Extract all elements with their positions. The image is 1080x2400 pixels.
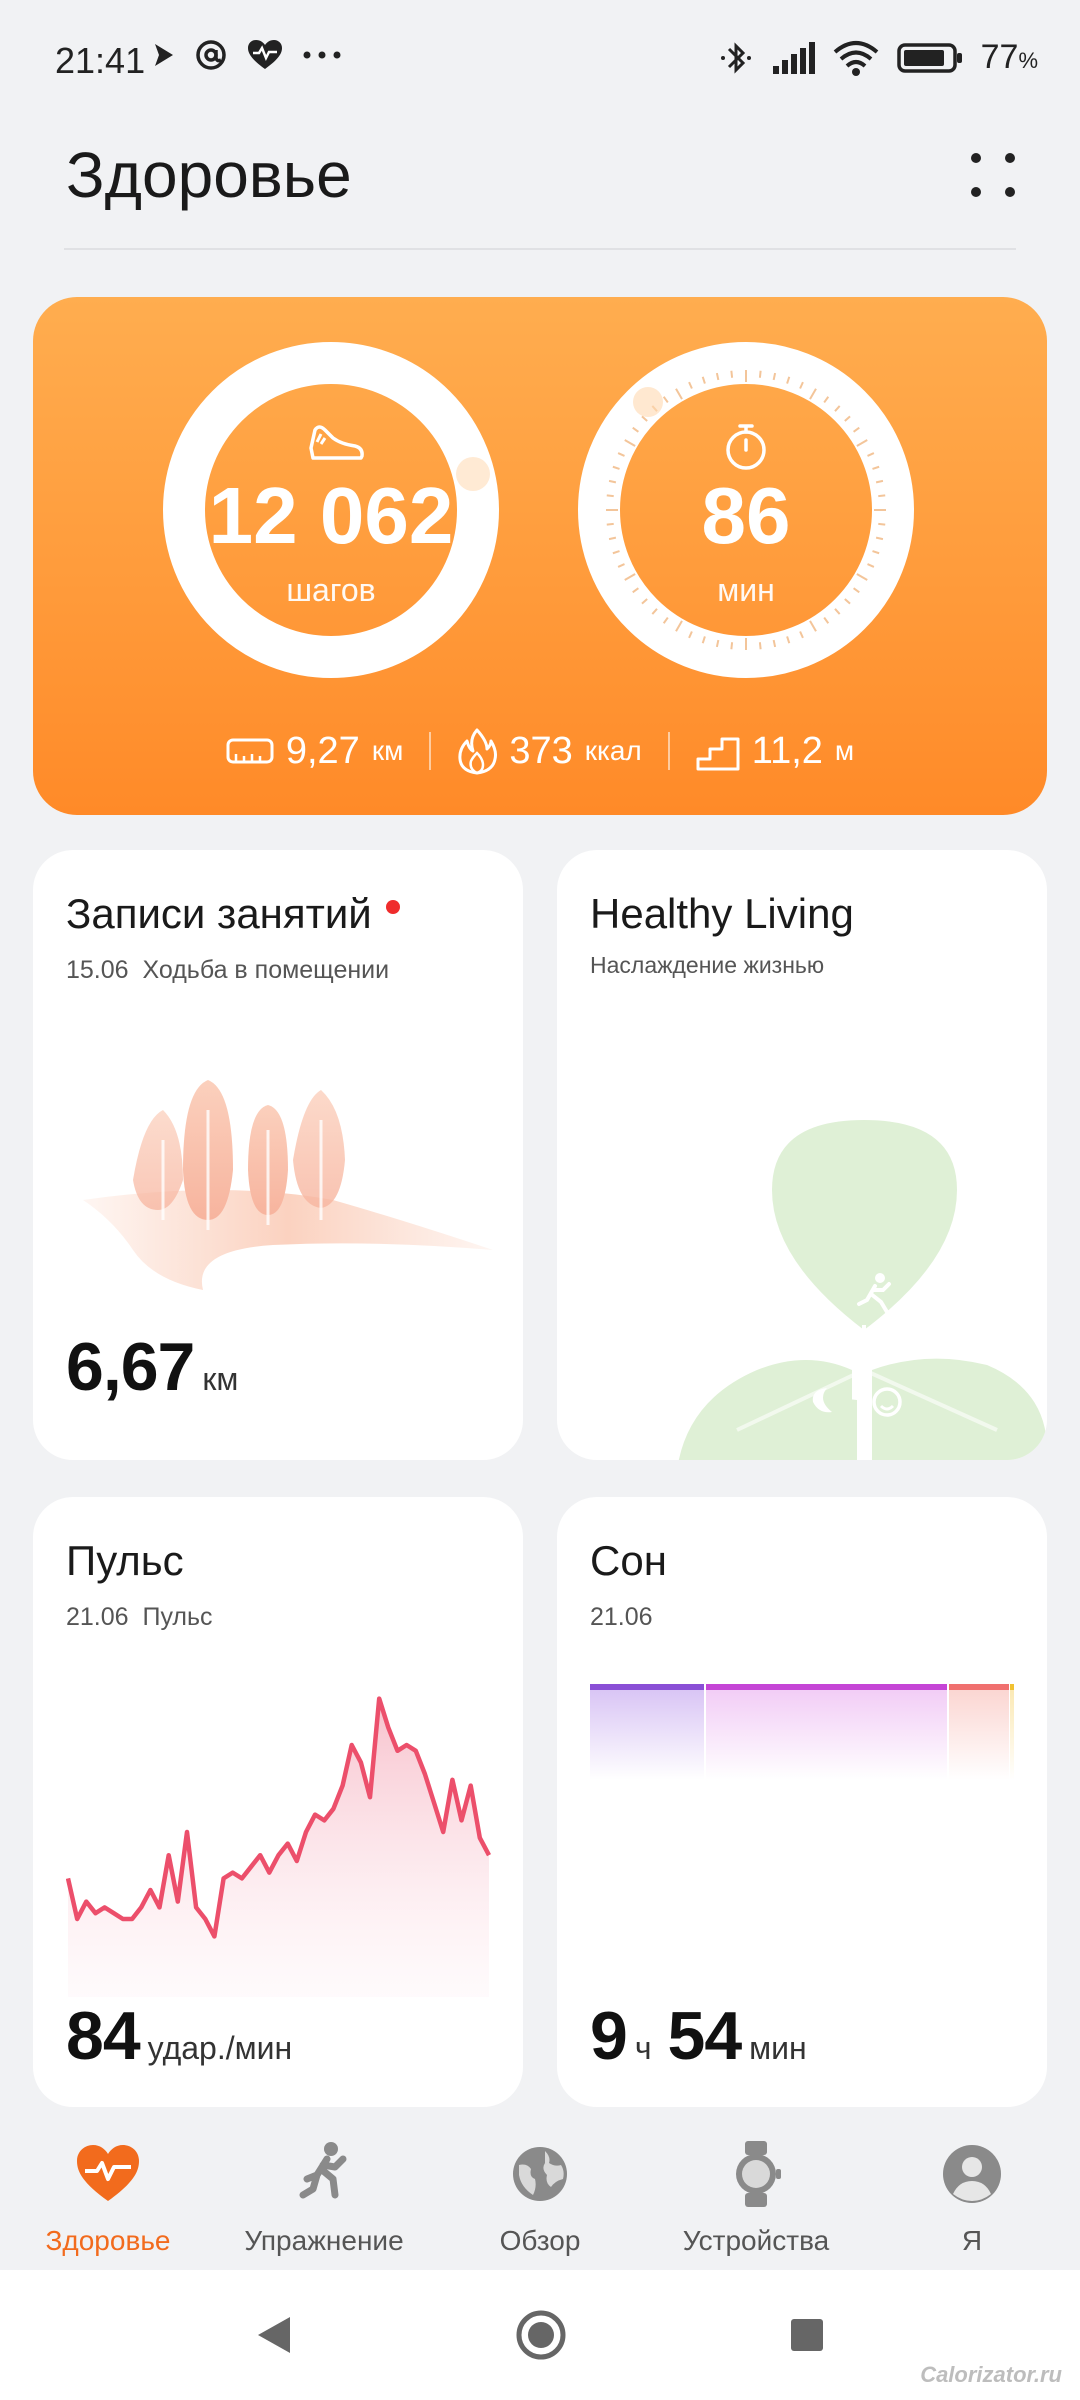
minute-tick [758,370,762,378]
heart-rate-value: 84 удар./мин [66,1998,293,2074]
sleep-stage-deep [590,1684,704,1780]
minute-tick [772,639,777,648]
minute-tick [715,372,720,381]
nav-item-exercise[interactable]: Упражнение [216,2115,432,2275]
minute-tick [730,642,734,650]
bottom-navigation: Здоровье Упражнение Обзор Устройства Я [0,2115,1080,2275]
minute-tick [730,370,734,378]
watermark: Calorizator.ru [920,2362,1062,2387]
bluetooth-icon [720,41,751,74]
signal-icon [772,41,815,74]
sneaker-icon [309,425,364,460]
edit-layout-icon[interactable] [966,148,1020,202]
status-time: 21:41 [55,40,146,81]
sleep-stage-awake [1010,1684,1014,1780]
nav-item-overview[interactable]: Обзор [432,2115,648,2275]
activity-stats-row: 9,27 км 373 ккал 11,2 м [33,727,1047,775]
profile-icon [943,2145,1001,2203]
sleep-stages-bar [590,1684,1015,1780]
status-left-icons [152,38,342,72]
heart-rate-card[interactable]: Пульс 21.06 Пульс 84 удар./мин [33,1497,523,2107]
page-title: Здоровье [66,139,352,211]
healthy-living-title: Healthy Living [590,890,854,937]
minute-tick [772,372,777,381]
workout-records-card[interactable]: Записи занятий 15.06 Ходьба в помещении … [33,850,523,1460]
home-icon[interactable] [514,2308,568,2362]
minute-tick [758,642,762,650]
healthy-living-subtitle: Наслаждение жизнью [590,952,825,978]
steps-unit: шагов [286,572,376,608]
heart-rate-icon [248,40,282,69]
workout-records-subtitle: 15.06 Ходьба в помещении [66,956,390,984]
globe-icon [513,2147,567,2201]
header-divider [64,248,1016,250]
health-heart-icon [77,2145,139,2201]
recents-icon[interactable] [788,2316,826,2354]
sleep-stage-light [706,1684,947,1780]
wifi-icon [833,40,878,76]
trees-illustration [83,1080,493,1290]
watch-icon [736,2141,781,2207]
at-icon [196,40,226,70]
healthy-living-card[interactable]: Healthy Living Наслаждение жизнью [557,850,1047,1460]
sleep-card[interactable]: Сон 21.06 9 ч 54 мин [557,1497,1047,2107]
healthy-living-clover [678,1120,1047,1460]
running-icon [299,2142,347,2199]
battery-icon [896,42,962,73]
back-icon[interactable] [254,2313,294,2357]
nav-item-devices[interactable]: Устройства [648,2115,864,2275]
stat-divider [667,732,670,770]
stairs-icon [696,737,740,771]
heart-rate-area [68,1698,489,1997]
flame-icon [458,728,498,775]
heart-rate-subtitle: 21.06 Пульс [66,1603,213,1631]
status-right: 77% [719,38,1038,77]
nav-item-me[interactable]: Я [864,2115,1080,2275]
unread-dot [385,899,400,914]
minutes-ring: 86 мин [578,342,914,678]
stat-divider [429,732,432,770]
sleep-duration: 9 ч 54 мин [590,1998,807,2074]
activity-rings-card[interactable]: 12 062 шагов 86 мин 9,27 км 373 ккал 11,… [33,297,1047,815]
workout-records-title: Записи занятий [66,890,400,938]
sleep-stage-rem [949,1684,1009,1780]
sleep-date: 21.06 [590,1603,653,1631]
heart-rate-title: Пульс [66,1537,184,1584]
workout-distance: 6,67 км [66,1329,239,1405]
minutes-value: 86 [701,471,791,560]
system-navigation-bar [0,2270,1080,2400]
steps-ring: 12 062 шагов [163,342,499,678]
calories-stat: 373 ккал [457,727,642,775]
play-icon [155,44,173,66]
distance-stat: 9,27 км [226,730,403,773]
minutes-unit: мин [717,572,775,608]
nav-item-health[interactable]: Здоровье [0,2115,216,2275]
steps-value: 12 062 [208,471,454,560]
stopwatch-icon [726,424,766,470]
battery-percent: 77% [980,38,1038,76]
floors-stat: 11,2 м [696,730,854,773]
minute-tick [715,639,720,648]
sleep-title: Сон [590,1537,667,1584]
ruler-icon [226,738,274,764]
more-icon [303,51,341,59]
heart-rate-chart [66,1696,491,1997]
